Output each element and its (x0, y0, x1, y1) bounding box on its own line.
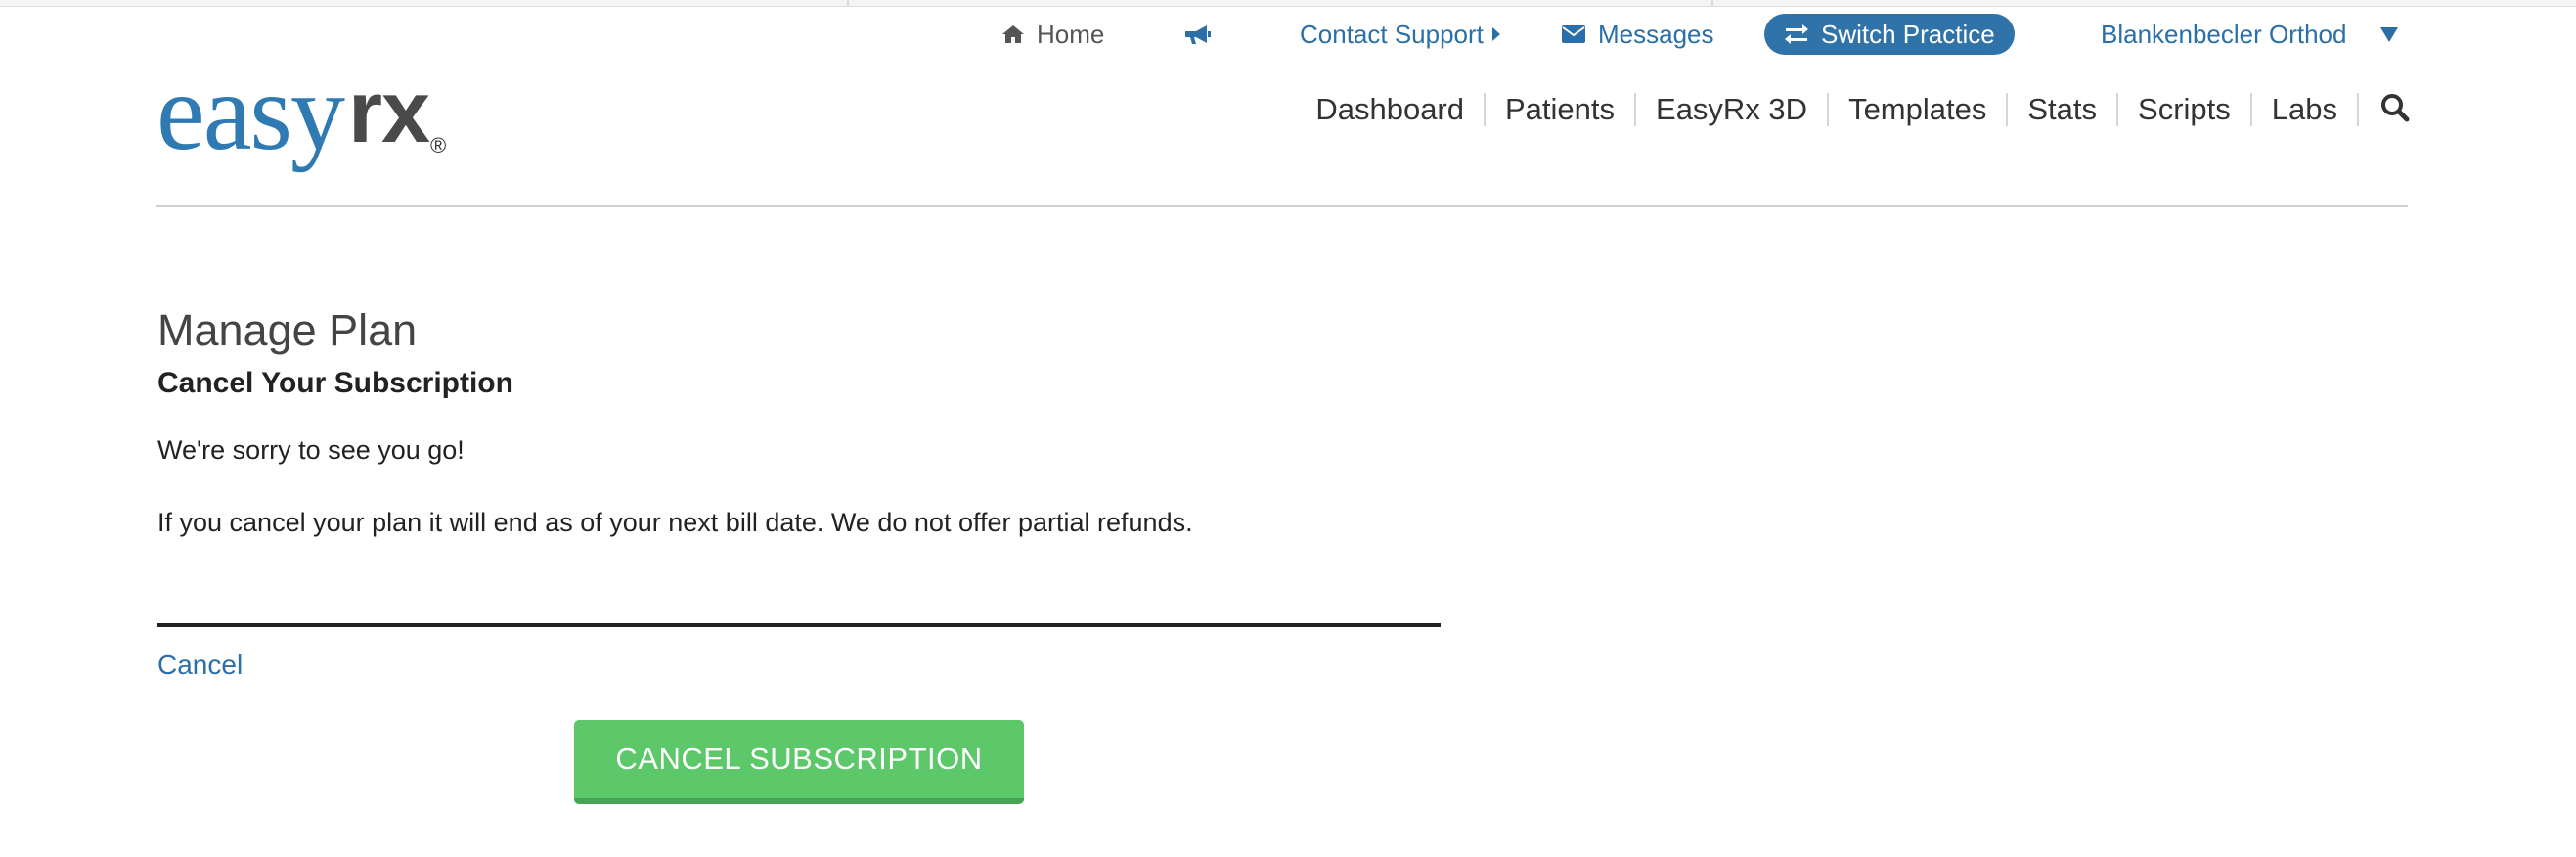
announcements-button[interactable] (1183, 12, 1213, 57)
user-menu[interactable]: Blankenbecler Orthod (2101, 12, 2399, 57)
messages-label: Messages (1598, 19, 1714, 49)
search-icon (2380, 93, 2410, 127)
user-name: Blankenbecler Orthod (2101, 19, 2347, 49)
nav-dashboard[interactable]: Dashboard (1296, 93, 1486, 126)
home-label: Home (1037, 19, 1105, 49)
megaphone-icon (1183, 23, 1213, 46)
search-button[interactable] (2359, 93, 2410, 127)
browser-top-strip (0, 0, 2576, 7)
caret-right-icon (1491, 26, 1501, 42)
home-icon (1001, 24, 1025, 44)
easyrx-logo[interactable]: easy rx ® (156, 49, 469, 176)
switch-practice-label: Switch Practice (1821, 19, 1995, 49)
switch-practice-button[interactable]: Switch Practice (1764, 14, 2015, 55)
logo-rx-text: rx (348, 64, 430, 161)
nav-easyrx-3d[interactable]: EasyRx 3D (1636, 93, 1830, 126)
envelope-icon (1561, 24, 1586, 44)
registered-mark: ® (430, 133, 447, 158)
logo-easy-text: easy (156, 52, 345, 173)
content-divider (157, 623, 1441, 627)
contact-support-label: Contact Support (1300, 19, 1484, 49)
cancel-subscription-button[interactable]: CANCEL SUBSCRIPTION (574, 720, 1024, 804)
home-link[interactable]: Home (1001, 12, 1104, 57)
refund-notice: If you cancel your plan it will end as o… (157, 508, 1193, 537)
page-title: Manage Plan (157, 305, 418, 355)
manage-plan-page: Home Contact Support Messages Switch Pra… (0, 0, 2576, 857)
cancel-link[interactable]: Cancel (157, 649, 243, 682)
nav-labs[interactable]: Labs (2252, 93, 2359, 126)
sorry-message: We're sorry to see you go! (157, 435, 465, 465)
section-title: Cancel Your Subscription (157, 367, 513, 399)
exchange-arrows-icon (1784, 23, 1809, 45)
nav-templates[interactable]: Templates (1829, 93, 2009, 126)
contact-support-link[interactable]: Contact Support (1300, 12, 1501, 57)
nav-scripts[interactable]: Scripts (2118, 93, 2252, 126)
header-divider (156, 205, 2408, 207)
main-nav: Dashboard Patients EasyRx 3D Templates S… (1296, 88, 2410, 131)
triangle-down-icon (2379, 25, 2399, 43)
nav-patients[interactable]: Patients (1486, 93, 1637, 126)
messages-link[interactable]: Messages (1561, 12, 1714, 57)
nav-stats[interactable]: Stats (2008, 93, 2119, 126)
